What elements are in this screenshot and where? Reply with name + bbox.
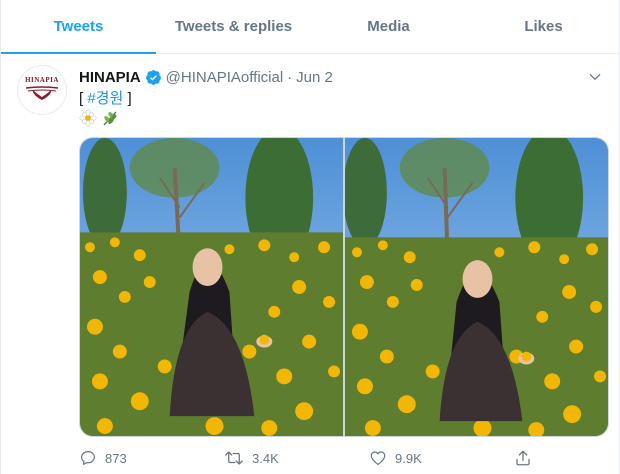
retweet-count: 3.4K xyxy=(252,450,279,466)
tab-tweets-and-replies[interactable]: Tweets & replies xyxy=(156,0,311,53)
chevron-down-icon[interactable] xyxy=(585,67,605,87)
herb-emoji-icon xyxy=(103,111,117,126)
profile-timeline: Tweets Tweets & replies Media Likes HINA… xyxy=(0,0,620,474)
separator-dot: · xyxy=(287,68,293,86)
tab-likes[interactable]: Likes xyxy=(466,0,620,53)
tweet-actions: 873 3.4K 9.9K xyxy=(79,447,534,469)
bracket-close: ] xyxy=(123,90,132,107)
hinapia-logo-icon xyxy=(25,86,59,100)
user-handle[interactable]: @HINAPIAofficial xyxy=(166,69,284,86)
avatar[interactable]: HINAPIA xyxy=(17,65,67,115)
daisy-emoji-icon xyxy=(79,109,97,127)
reply-button[interactable]: 873 xyxy=(79,449,169,467)
tab-tweets[interactable]: Tweets xyxy=(1,0,156,54)
profile-tabs: Tweets Tweets & replies Media Likes xyxy=(1,0,620,54)
retweet-icon xyxy=(225,451,243,465)
emoji-row xyxy=(79,109,119,127)
hashtag-link[interactable]: #경원 xyxy=(87,90,123,107)
share-button[interactable] xyxy=(514,449,534,467)
tweet-text: [ #경원 ] xyxy=(79,89,132,109)
tweet[interactable]: HINAPIA HINAPIA @HINAPIAofficial · Jun 2 xyxy=(1,55,620,474)
tab-media[interactable]: Media xyxy=(311,0,466,53)
tweet-header: HINAPIA @HINAPIAofficial · Jun 2 xyxy=(79,67,605,87)
retweet-button[interactable]: 3.4K xyxy=(224,449,314,467)
reply-icon xyxy=(81,451,95,465)
media-grid xyxy=(79,137,609,437)
like-button[interactable]: 9.9K xyxy=(369,449,459,467)
photo-2[interactable] xyxy=(345,138,608,436)
avatar-logo-text: HINAPIA xyxy=(25,76,59,84)
share-icon xyxy=(516,450,530,466)
tweet-date[interactable]: Jun 2 xyxy=(296,69,333,86)
verified-badge-icon xyxy=(145,69,162,86)
reply-count: 873 xyxy=(105,450,127,466)
display-name[interactable]: HINAPIA xyxy=(79,69,141,86)
like-count: 9.9K xyxy=(395,450,422,466)
heart-icon xyxy=(370,451,386,465)
photo-1[interactable] xyxy=(80,138,343,436)
